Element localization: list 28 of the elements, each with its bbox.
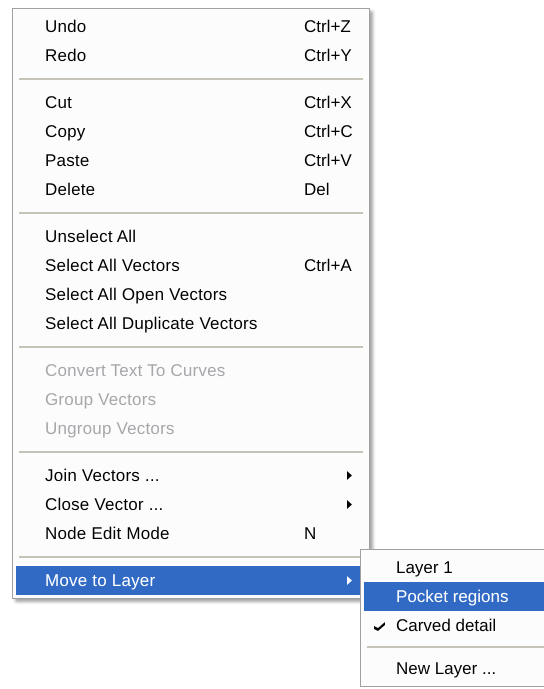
- menu-item[interactable]: Node Edit Mode N: [16, 519, 366, 548]
- submenu-arrow-icon: [347, 576, 352, 585]
- shortcut-label: Ctrl+V: [304, 150, 352, 172]
- menu-item[interactable]: Delete Del: [16, 175, 366, 204]
- menu-item[interactable]: New Layer ...: [364, 654, 544, 683]
- shortcut-label: Ctrl+X: [304, 92, 352, 114]
- menu-item[interactable]: Carved detail: [364, 611, 544, 640]
- menu-item[interactable]: Pocket regions: [364, 582, 544, 611]
- menu-item[interactable]: Select All Vectors Ctrl+A: [16, 251, 366, 280]
- shortcut-label: Ctrl+C: [304, 120, 353, 143]
- menu-item[interactable]: Layer 1: [364, 553, 544, 582]
- shortcut-label: Ctrl+A: [304, 254, 352, 277]
- shortcut-label: Del: [304, 178, 330, 201]
- shortcut-label: Ctrl+Y: [304, 44, 352, 67]
- menu-item[interactable]: Select All Open Vectors: [16, 280, 366, 309]
- shortcut-label: N: [304, 522, 316, 545]
- submenu-arrow-icon: [347, 471, 352, 480]
- submenu-arrow-icon: [347, 500, 352, 509]
- menu-item[interactable]: Paste Ctrl+V: [16, 146, 366, 175]
- menu-item[interactable]: Close Vector ...: [16, 490, 366, 519]
- menu-item[interactable]: Undo Ctrl+Z: [16, 12, 366, 41]
- menu-item[interactable]: Redo Ctrl+Y: [16, 41, 366, 70]
- menu-item[interactable]: Select All Duplicate Vectors: [16, 309, 366, 338]
- menu-item[interactable]: Join Vectors ...: [16, 461, 366, 490]
- shortcut-label: Ctrl+Z: [304, 16, 351, 38]
- menu-item[interactable]: Unselect All: [16, 222, 366, 251]
- menu-item[interactable]: Cut Ctrl+X: [16, 88, 366, 117]
- menu-item[interactable]: Copy Ctrl+C: [16, 117, 366, 146]
